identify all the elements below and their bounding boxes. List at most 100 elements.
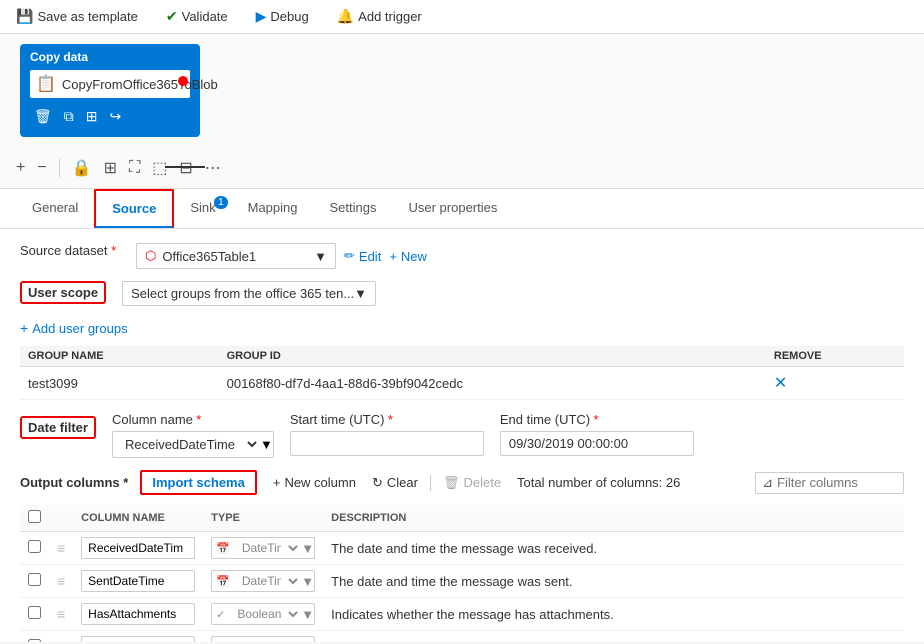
tab-source[interactable]: Source xyxy=(94,189,174,228)
drag-handle-cell: ≡ xyxy=(49,631,73,643)
delete-icon-btn[interactable]: 🗑 xyxy=(32,106,54,127)
type-select[interactable]: DateTime xyxy=(234,571,301,591)
column-name-cell xyxy=(73,631,203,643)
col-header-drag xyxy=(49,505,73,532)
import-schema-button[interactable]: Import schema xyxy=(140,470,256,495)
type-select[interactable]: String xyxy=(238,637,301,642)
new-button[interactable]: + New xyxy=(389,249,427,264)
type-select[interactable]: Boolean xyxy=(229,604,301,624)
drag-handle-icon[interactable]: ≡ xyxy=(57,639,65,642)
chevron-down-col: ▼ xyxy=(260,437,273,452)
layout-button[interactable]: ⊟ xyxy=(175,156,196,180)
select-all-checkbox[interactable] xyxy=(28,510,41,523)
source-dataset-row: Source dataset * ⬡ Office365Table1 ▼ ✏ E… xyxy=(20,243,904,269)
tab-sink[interactable]: Sink 1 xyxy=(174,190,231,227)
more-button[interactable]: ⋯ xyxy=(201,156,225,180)
edit-button[interactable]: ✏ Edit xyxy=(344,248,381,264)
chevron-type: ▼ xyxy=(301,574,314,589)
col-header-name: COLUMN NAME xyxy=(73,505,203,532)
output-actions: + New column ↻ Clear 🗑 Delete Total numb… xyxy=(269,473,681,493)
copy-icon-btn[interactable]: ⧉ xyxy=(62,106,76,127)
start-time-input[interactable] xyxy=(290,431,484,456)
dataset-dropdown[interactable]: ⬡ Office365Table1 ▼ xyxy=(136,243,336,269)
chevron-type: ▼ xyxy=(301,541,314,556)
row-checkbox-cell xyxy=(20,598,49,631)
arrow-icon-btn[interactable]: ↪ xyxy=(108,106,124,127)
tab-user-properties[interactable]: User properties xyxy=(392,190,513,227)
filter-columns-input[interactable] xyxy=(777,475,897,490)
date-fields: Column name * ReceivedDateTime ▼ Start t… xyxy=(112,412,694,458)
column-name-select[interactable]: ReceivedDateTime xyxy=(113,432,260,457)
column-name-cell xyxy=(73,598,203,631)
type-icon: 📅 xyxy=(212,540,234,557)
col-remove: REMOVE xyxy=(766,346,904,367)
table-row: ≡ ✓ Boolean ▼ Indicates whether the mess… xyxy=(20,598,904,631)
save-template-button[interactable]: 💾 Save as template xyxy=(12,6,142,27)
new-column-button[interactable]: + New column xyxy=(269,473,360,492)
source-dataset-label: Source dataset * xyxy=(20,243,120,258)
column-type-cell: ✓ Boolean ▼ xyxy=(203,598,323,631)
date-filter-row: Date filter Column name * ReceivedDateTi… xyxy=(20,412,904,458)
grid-button[interactable]: ⊞ xyxy=(100,156,121,180)
type-select[interactable]: DateTime xyxy=(234,538,301,558)
office-icon: ⬡ xyxy=(145,248,156,264)
column-name-input[interactable] xyxy=(81,603,195,625)
col-group-name: GROUP NAME xyxy=(20,346,219,367)
table-row: ≡ 📅 DateTime ▼ The date and time the mes… xyxy=(20,532,904,565)
clone-icon-btn[interactable]: ⊞ xyxy=(84,106,100,127)
zoom-minus-button[interactable]: − xyxy=(33,157,50,179)
tab-mapping[interactable]: Mapping xyxy=(232,190,314,227)
add-user-groups-button[interactable]: + Add user groups xyxy=(20,318,128,338)
refresh-icon: ↻ xyxy=(372,475,383,491)
copy-data-box[interactable]: Copy data 📋 CopyFromOffice365ToBlob 🗑 ⧉ … xyxy=(20,44,200,137)
dataset-controls: ⬡ Office365Table1 ▼ ✏ Edit + New xyxy=(136,243,427,269)
debug-button[interactable]: ▶ Debug xyxy=(252,6,313,27)
column-name-input[interactable] xyxy=(81,537,195,559)
end-time-input[interactable] xyxy=(500,431,694,456)
row-checkbox[interactable] xyxy=(28,573,41,586)
fit-button[interactable]: ⛶ xyxy=(125,157,144,179)
row-checkbox[interactable] xyxy=(28,639,41,642)
plus-icon-groups: + xyxy=(20,320,28,336)
tab-settings[interactable]: Settings xyxy=(314,190,393,227)
column-description: The date and time the message was receiv… xyxy=(331,541,597,556)
select-button[interactable]: ⬚ xyxy=(148,156,171,180)
row-checkbox[interactable] xyxy=(28,540,41,553)
separator-1 xyxy=(59,159,60,177)
add-trigger-button[interactable]: 🔔 Add trigger xyxy=(333,6,426,27)
group-id-cell: 00168f80-df7d-4aa1-88d6-39bf9042cedc xyxy=(219,367,766,400)
col-header-type: TYPE xyxy=(203,505,323,532)
clear-button[interactable]: ↻ Clear xyxy=(368,473,422,493)
zoom-plus-button[interactable]: + xyxy=(12,157,29,179)
drag-handle-cell: ≡ xyxy=(49,598,73,631)
user-scope-label: User scope xyxy=(20,281,106,304)
copy-data-actions: 🗑 ⧉ ⊞ ↪ xyxy=(30,106,190,127)
drag-handle-icon[interactable]: ≡ xyxy=(57,540,65,556)
canvas-zoom-toolbar: + − 🔒 ⊞ ⛶ ⬚ ⊟ ⋯ xyxy=(12,156,225,180)
column-description: Indicates whether the message has attach… xyxy=(331,607,614,622)
drag-handle-icon[interactable]: ≡ xyxy=(57,606,65,622)
column-type-cell: 📅 DateTime ▼ xyxy=(203,532,323,565)
office-item-icon: 📋 xyxy=(36,74,56,94)
top-toolbar: 💾 Save as template ✔ Validate ▶ Debug 🔔 … xyxy=(0,0,924,34)
group-name-cell: test3099 xyxy=(20,367,219,400)
debug-icon: ▶ xyxy=(256,8,267,25)
drag-handle-icon[interactable]: ≡ xyxy=(57,573,65,589)
plus-icon-col: + xyxy=(273,475,281,490)
column-description: The date and time the message was sent. xyxy=(331,574,572,589)
column-name-select-wrap[interactable]: ReceivedDateTime ▼ xyxy=(112,431,274,458)
table-row: ≡ abc String ▼ The internet message id xyxy=(20,631,904,643)
column-name-input[interactable] xyxy=(81,636,195,642)
type-icon: ✓ xyxy=(212,606,229,623)
column-name-input[interactable] xyxy=(81,570,195,592)
table-row: ≡ 📅 DateTime ▼ The date and time the mes… xyxy=(20,565,904,598)
start-time-label: Start time (UTC) * xyxy=(290,412,484,427)
copy-data-title: Copy data xyxy=(30,50,190,64)
row-checkbox[interactable] xyxy=(28,606,41,619)
scope-dropdown[interactable]: Select groups from the office 365 ten...… xyxy=(122,281,376,306)
mini-map xyxy=(165,166,205,168)
remove-group-button[interactable]: ✕ xyxy=(774,373,787,393)
tab-general[interactable]: General xyxy=(16,190,94,227)
validate-button[interactable]: ✔ Validate xyxy=(162,6,232,27)
lock-button[interactable]: 🔒 xyxy=(68,156,96,180)
